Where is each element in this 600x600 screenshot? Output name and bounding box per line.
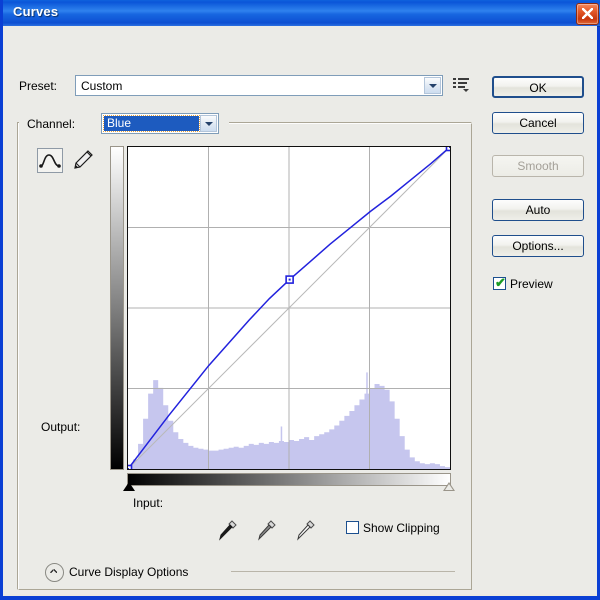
pencil-tool-icon[interactable] — [71, 148, 97, 173]
auto-button[interactable]: Auto — [492, 199, 584, 221]
curve-display-options-chevron-down-icon[interactable] — [45, 563, 64, 582]
white-point-slider[interactable] — [443, 482, 455, 491]
output-label: Output: — [41, 420, 81, 434]
title-bar: Curves — [3, 0, 600, 27]
ok-button[interactable]: OK — [492, 76, 584, 98]
preset-dropdown[interactable]: Custom — [75, 75, 443, 96]
chevron-down-icon[interactable] — [424, 77, 441, 94]
channel-dropdown[interactable]: Blue — [101, 113, 219, 134]
window-title: Curves — [13, 4, 59, 19]
channel-value: Blue — [103, 115, 200, 132]
cancel-button[interactable]: Cancel — [492, 112, 584, 134]
smooth-button: Smooth — [492, 155, 584, 177]
eyedropper-gray-point-icon[interactable] — [256, 518, 278, 542]
section-divider — [231, 571, 455, 572]
preview-checkbox[interactable]: ✔ — [493, 275, 506, 290]
curves-dialog-window: Curves Preset: Custom Channel: Blue Outp… — [0, 0, 600, 600]
preview-label: Preview — [510, 277, 553, 291]
input-label: Input: — [133, 496, 164, 510]
channel-label: Channel: — [27, 117, 76, 131]
preset-value: Custom — [81, 79, 123, 93]
preset-label: Preset: — [19, 79, 58, 93]
check-icon: ✔ — [495, 275, 506, 290]
curve-display-options-label: Curve Display Options — [69, 565, 189, 579]
preset-menu-icon[interactable] — [453, 77, 471, 93]
curve-graph-canvas[interactable] — [128, 147, 450, 469]
black-point-slider[interactable] — [123, 482, 135, 491]
show-clipping-label: Show Clipping — [363, 521, 440, 535]
dialog-body: Preset: Custom Channel: Blue Output: Inp… — [3, 26, 597, 594]
options-button[interactable]: Options... — [492, 235, 584, 257]
eyedropper-white-point-icon[interactable] — [295, 518, 317, 542]
curve-tool-icon[interactable] — [37, 148, 63, 173]
close-icon[interactable] — [576, 3, 599, 25]
input-gradient-bar — [127, 473, 451, 486]
curve-graph[interactable] — [127, 146, 451, 470]
eyedropper-black-point-icon[interactable] — [217, 518, 239, 542]
chevron-down-icon[interactable] — [200, 115, 217, 132]
output-gradient-bar — [110, 146, 124, 470]
show-clipping-checkbox[interactable] — [346, 521, 359, 534]
